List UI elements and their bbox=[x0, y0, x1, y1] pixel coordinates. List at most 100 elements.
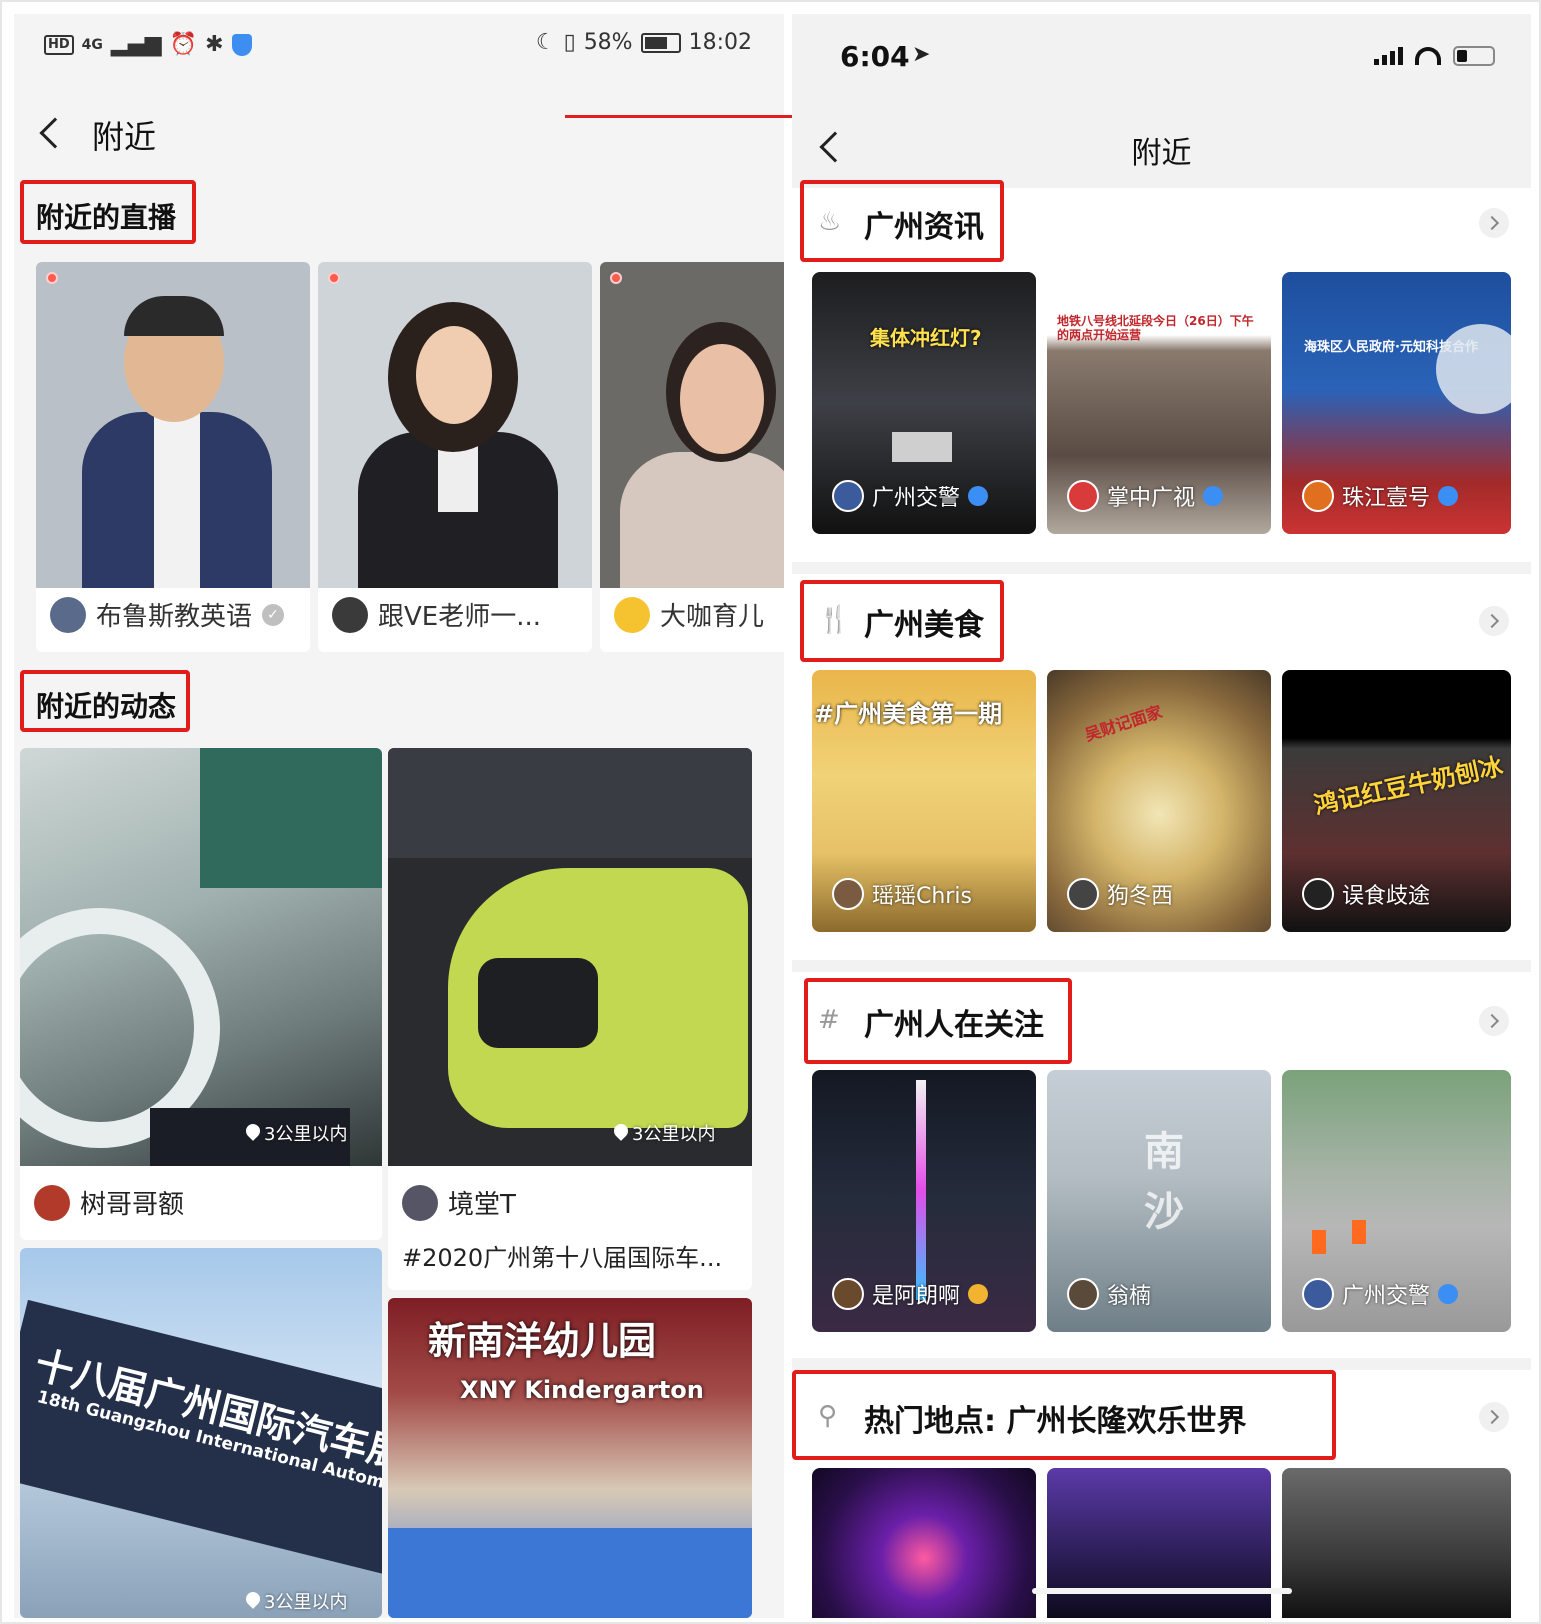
screenshot-frame: HD 4G ▂▄▆ ⏰ ✱ ☾ ▯ 58% 18:02 附近 附近的直播 布鲁斯… bbox=[0, 0, 1541, 1624]
feed-card[interactable]: 新南洋幼儿园 XNY Kindergarton bbox=[388, 1298, 752, 1618]
location-pin-icon bbox=[614, 1124, 628, 1142]
thumbnail-user: 误食歧途 bbox=[1302, 878, 1430, 910]
avatar bbox=[832, 878, 864, 910]
status-icons bbox=[1374, 46, 1495, 66]
signal-icon bbox=[1374, 47, 1403, 65]
chevron-right-icon[interactable] bbox=[1479, 208, 1509, 238]
feed-card[interactable]: 3公里以内 境堂T #2020广州第十八届国际车... bbox=[388, 748, 752, 1290]
thumbnail-username: 广州交警 bbox=[872, 486, 961, 511]
verified-icon bbox=[1203, 486, 1224, 506]
thumbnail-user: 广州交警 bbox=[1302, 1278, 1459, 1310]
clock: 6:04 bbox=[840, 40, 910, 73]
live-indicator-icon bbox=[328, 272, 340, 284]
news-thumbnail[interactable]: 海珠区人民政府·元知科技合作 珠江壹号 bbox=[1282, 272, 1511, 534]
feed-card[interactable]: 3公里以内 树哥哥额 bbox=[20, 748, 382, 1240]
place-thumbnail[interactable] bbox=[1047, 1468, 1271, 1618]
trending-thumbnail[interactable]: 广州交警 bbox=[1282, 1070, 1511, 1332]
place-thumbnail[interactable] bbox=[812, 1468, 1036, 1618]
distance-tag: 3公里以内 bbox=[614, 1120, 715, 1146]
alarm-icon: ⏰ bbox=[169, 32, 198, 57]
section-title: 广州资讯 bbox=[864, 210, 984, 245]
banner-text: 新南洋幼儿园 bbox=[428, 1319, 657, 1363]
feed-user: 境堂T bbox=[402, 1184, 516, 1221]
avatar bbox=[1067, 878, 1099, 910]
thumbnail-caption: 地铁八号线北延段今日（26日）下午的两点开始运营 bbox=[1057, 314, 1254, 342]
food-thumbnail[interactable]: 吴财记面家 狗冬西 bbox=[1047, 670, 1271, 932]
thumbnail-username: 翁楠 bbox=[1107, 1284, 1152, 1309]
live-card[interactable]: 跟VE老师一... bbox=[318, 262, 592, 652]
avatar bbox=[1302, 1278, 1334, 1310]
live-user: 布鲁斯教英语 ✓ bbox=[50, 596, 285, 633]
status-right: ☾ ▯ 58% 18:02 bbox=[536, 30, 752, 55]
verified-icon bbox=[968, 486, 989, 506]
live-username: 跟VE老师一... bbox=[378, 602, 542, 632]
avatar bbox=[34, 1184, 70, 1221]
thumbnail-user: 是阿朗啊 bbox=[832, 1278, 989, 1310]
trending-thumbnail[interactable]: 是阿朗啊 bbox=[812, 1070, 1036, 1332]
live-card[interactable]: 布鲁斯教英语 ✓ bbox=[36, 262, 310, 652]
thumbnail-username: 误食歧途 bbox=[1342, 884, 1431, 909]
android-nearby-screen: HD 4G ▂▄▆ ⏰ ✱ ☾ ▯ 58% 18:02 附近 附近的直播 布鲁斯… bbox=[14, 14, 784, 1618]
floating-badge bbox=[1436, 324, 1511, 414]
section-divider bbox=[792, 1358, 1531, 1370]
battery-icon bbox=[640, 32, 681, 53]
section-header-news[interactable]: ♨ 广州资讯 bbox=[792, 182, 1531, 262]
section-title: 热门地点: 广州长隆欢乐世界 bbox=[864, 1404, 1247, 1439]
section-header-trending[interactable]: # 广州人在关注 bbox=[792, 980, 1531, 1060]
food-thumbnail[interactable]: #广州美食第一期 瑶瑶Chris bbox=[812, 670, 1036, 932]
thumbnail-user: 广州交警 bbox=[832, 480, 989, 512]
feed-card[interactable]: 十八届广州国际汽车展览会 18th Guangzhou Internationa… bbox=[20, 1248, 382, 1618]
page-title: 附近 bbox=[1131, 136, 1192, 171]
section-header-hot-place[interactable]: ⚲ 热门地点: 广州长隆欢乐世界 bbox=[792, 1376, 1531, 1456]
flame-icon: ♨ bbox=[818, 207, 842, 237]
avatar bbox=[332, 596, 368, 633]
live-indicator-icon bbox=[46, 272, 58, 284]
section-header-food[interactable]: 🍴 广州美食 bbox=[792, 580, 1531, 660]
thumbnail-username: 掌中广视 bbox=[1107, 486, 1196, 511]
status-bar: 6:04 ➤ bbox=[792, 14, 1531, 104]
thumbnail-caption: 南沙 bbox=[1137, 1130, 1183, 1250]
home-indicator[interactable] bbox=[1032, 1588, 1292, 1594]
feed-username: 树哥哥额 bbox=[80, 1190, 185, 1220]
distance-text: 3公里以内 bbox=[632, 1124, 716, 1145]
news-thumbnail[interactable]: 集体冲红灯? 广州交警 bbox=[812, 272, 1036, 534]
avatar bbox=[1302, 878, 1334, 910]
chevron-right-icon[interactable] bbox=[1479, 1006, 1509, 1036]
live-username: 大咖育儿 bbox=[660, 602, 765, 632]
thumbnail-user: 掌中广视 bbox=[1067, 480, 1224, 512]
place-thumbnail[interactable] bbox=[1282, 1468, 1511, 1618]
live-thumbnail bbox=[36, 262, 310, 588]
thumbnail-username: 珠江壹号 bbox=[1342, 486, 1431, 511]
hashtag-icon: # bbox=[818, 1005, 840, 1035]
location-arrow-icon: ➤ bbox=[912, 42, 931, 67]
location-pin-icon: ⚲ bbox=[818, 1401, 838, 1431]
wifi-icon bbox=[1415, 47, 1441, 65]
feed-description: #2020广州第十八届国际车... bbox=[402, 1244, 723, 1272]
news-thumbnail[interactable]: 地铁八号线北延段今日（26日）下午的两点开始运营 掌中广视 bbox=[1047, 272, 1271, 534]
thumbnail-username: 狗冬西 bbox=[1107, 884, 1174, 909]
moon-icon: ☾ bbox=[535, 30, 556, 55]
verified-icon bbox=[1438, 1284, 1459, 1304]
feed-user: 树哥哥额 bbox=[34, 1184, 184, 1221]
live-card[interactable]: 大咖育儿 bbox=[600, 262, 784, 652]
thumbnail-user: 翁楠 bbox=[1067, 1278, 1151, 1310]
trending-thumbnail[interactable]: 南沙 翁楠 bbox=[1047, 1070, 1271, 1332]
distance-text: 3公里以内 bbox=[264, 1592, 348, 1613]
avatar bbox=[1302, 480, 1334, 512]
avatar bbox=[832, 1278, 864, 1310]
verified-icon: ✓ bbox=[262, 603, 285, 626]
section-divider bbox=[792, 562, 1531, 574]
thumbnail-caption: #广州美食第一期 bbox=[814, 700, 1003, 728]
live-user: 大咖育儿 bbox=[614, 596, 764, 633]
thumbnail-user: 狗冬西 bbox=[1067, 878, 1173, 910]
page-title: 附近 bbox=[92, 118, 157, 156]
thumbnail-caption: 吴财记面家 bbox=[1082, 702, 1165, 745]
back-icon[interactable] bbox=[39, 117, 71, 149]
feed-thumbnail: 3公里以内 bbox=[20, 748, 382, 1166]
section-divider bbox=[792, 960, 1531, 972]
live-username: 布鲁斯教英语 bbox=[96, 602, 253, 632]
section-title-live: 附近的直播 bbox=[36, 201, 177, 234]
food-thumbnail[interactable]: 鸿记红豆牛奶刨冰 误食歧途 bbox=[1282, 670, 1511, 932]
chevron-right-icon[interactable] bbox=[1479, 606, 1509, 636]
chevron-right-icon[interactable] bbox=[1479, 1402, 1509, 1432]
